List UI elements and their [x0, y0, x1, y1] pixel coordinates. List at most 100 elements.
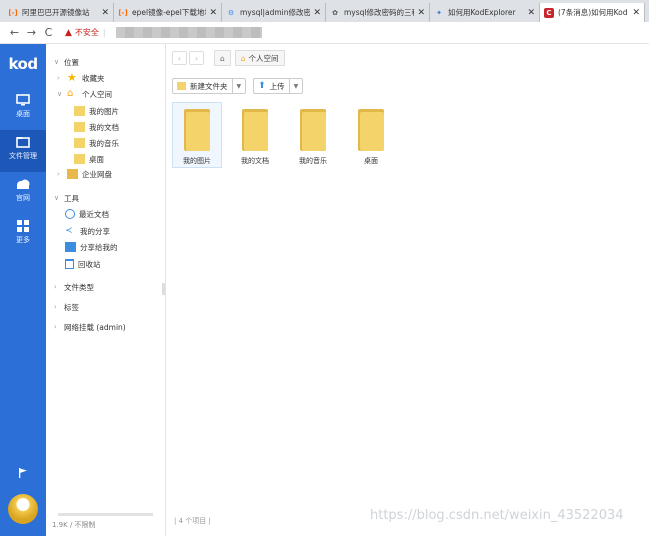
item-count: 4 个项目 — [178, 517, 207, 525]
button-label: 上传 — [269, 81, 285, 91]
file-name: 我的图片 — [183, 157, 211, 165]
tree-item-enterprise[interactable]: › 企业网盘 — [57, 167, 112, 181]
tab-title: mysql|admin修改密码 — [240, 8, 311, 17]
enterprise-folder-icon — [67, 169, 78, 179]
browser-tab[interactable]: ⚙ mysql|admin修改密码 ✕ — [222, 3, 326, 22]
tree-item-documents[interactable]: 我的文档 — [74, 120, 119, 134]
flag-icon[interactable] — [18, 468, 28, 478]
tab-favicon: ✿ — [332, 8, 338, 17]
tab-favicon: [-] — [8, 8, 18, 17]
breadcrumb-label: 个人空间 — [248, 53, 279, 63]
tab-favicon: C — [544, 7, 554, 18]
browser-tab-strip: [-] 阿里巴巴开源镜像站 ✕ [-] epel镜像-epel下载地址 ✕ ⚙ … — [0, 0, 649, 22]
close-icon[interactable]: ✕ — [101, 8, 109, 18]
folder-icon — [184, 109, 210, 151]
avatar[interactable] — [8, 494, 38, 524]
tree-section-location[interactable]: ∨ 位置 — [54, 55, 79, 69]
rail-label: 官网 — [16, 194, 30, 202]
app-sidebar-rail: kod 桌面 文件管理 官网 更多 — [0, 44, 46, 536]
tree-item-my-shares[interactable]: ≺ 我的分享 — [65, 224, 110, 238]
folder-icon — [16, 137, 30, 148]
security-label: 不安全 — [74, 28, 99, 37]
upload-button[interactable]: ⬆ 上传 ▼ — [253, 78, 304, 94]
tree-label: 最近文档 — [79, 209, 109, 219]
folder-icon — [74, 138, 85, 148]
folder-icon — [74, 122, 85, 132]
rail-label: 文件管理 — [9, 152, 37, 160]
chevron-right-icon: › — [54, 283, 57, 291]
back-icon[interactable]: ‹ — [172, 51, 187, 65]
file-item-music[interactable]: 我的音乐 — [288, 102, 338, 168]
tab-favicon: ⚙ — [227, 8, 235, 17]
tree-section-network-mount[interactable]: › 网络挂载 (admin) — [54, 320, 126, 334]
home-icon[interactable]: ⌂ — [214, 50, 231, 66]
tree-item-favorites[interactable]: › ★ 收藏夹 — [57, 71, 105, 85]
forward-icon[interactable]: › — [189, 51, 204, 65]
tree-item-shared-with-me[interactable]: 分享给我的 — [65, 240, 118, 254]
tree-label: 个人空间 — [82, 89, 112, 99]
grid-icon — [17, 220, 29, 232]
close-icon[interactable]: ✕ — [209, 8, 217, 18]
file-browser-main: ‹ › ⌂ ⌂ 个人空间 新建文件夹 ▼ ⬆ 上传 ▼ 我的图片 我的文档 我的音乐 桌… — [166, 44, 649, 536]
tree-section-file-types[interactable]: › 文件类型 — [54, 280, 94, 294]
browser-tab[interactable]: ✿ mysql修改密码的三种 ✕ — [326, 3, 430, 22]
close-icon[interactable]: ✕ — [313, 8, 321, 18]
star-icon: ★ — [67, 71, 77, 84]
rail-item-website[interactable]: 官网 — [0, 172, 46, 214]
share-icon: ≺ — [65, 226, 73, 236]
watermark: https://blog.csdn.net/weixin_43522034 — [370, 508, 624, 523]
folder-icon — [242, 109, 268, 151]
file-item-desktop[interactable]: 桌面 — [346, 102, 396, 168]
tree-item-personal-space[interactable]: ∨ ⌂ 个人空间 — [57, 87, 112, 101]
tree-section-tags[interactable]: › 标签 — [54, 300, 79, 314]
app-logo: kod — [8, 55, 38, 73]
back-icon[interactable]: ← — [6, 26, 23, 39]
file-item-pictures[interactable]: 我的图片 — [172, 102, 222, 168]
tab-title: (7条消息)如何用Kod — [558, 8, 628, 17]
breadcrumb[interactable]: ⌂ 个人空间 — [234, 50, 285, 66]
tree-item-pictures[interactable]: 我的图片 — [74, 104, 119, 118]
new-folder-button[interactable]: 新建文件夹 ▼ — [172, 78, 247, 94]
chevron-right-icon: › — [54, 303, 57, 311]
quota-label: 1.9K / 不限制 — [52, 521, 96, 529]
tree-section-tools[interactable]: ∨ 工具 — [54, 191, 79, 205]
tree-item-desktop[interactable]: 桌面 — [74, 152, 104, 166]
clock-icon — [65, 209, 75, 219]
tab-favicon: [-] — [118, 8, 128, 17]
browser-tab[interactable]: [-] 阿里巴巴开源镜像站 ✕ — [4, 3, 114, 22]
chevron-down-icon: ∨ — [54, 194, 60, 202]
chevron-right-icon: › — [57, 170, 60, 178]
chevron-down-icon[interactable]: ▼ — [231, 79, 246, 93]
warning-icon: ▲ — [65, 27, 72, 38]
reload-icon[interactable]: C — [40, 26, 57, 39]
file-item-documents[interactable]: 我的文档 — [230, 102, 280, 168]
forward-icon[interactable]: → — [23, 26, 40, 39]
browser-tab[interactable]: ✦ 如何用KodExplorer ✕ — [430, 3, 540, 22]
tree-label: 企业网盘 — [82, 169, 112, 179]
browser-tab[interactable]: [-] epel镜像-epel下载地址 ✕ — [114, 3, 222, 22]
tree-item-recycle-bin[interactable]: 回收站 — [65, 257, 101, 271]
home-icon: ⌂ — [67, 88, 74, 99]
panel-resize-handle[interactable] — [162, 283, 165, 295]
tab-favicon: ✦ — [436, 8, 442, 17]
tree-item-music[interactable]: 我的音乐 — [74, 136, 119, 150]
security-indicator[interactable]: ▲ 不安全 — [65, 27, 99, 38]
rail-label: 更多 — [16, 236, 30, 244]
tree-item-recent[interactable]: 最近文档 — [65, 207, 109, 221]
rail-item-desktop[interactable]: 桌面 — [0, 88, 46, 130]
chevron-down-icon: ∨ — [57, 90, 63, 98]
tab-title: 阿里巴巴开源镜像站 — [22, 8, 90, 17]
close-icon[interactable]: ✕ — [417, 8, 425, 18]
rail-item-more[interactable]: 更多 — [0, 214, 46, 256]
chevron-down-icon[interactable]: ▼ — [288, 79, 303, 93]
tree-label: 分享给我的 — [80, 242, 118, 252]
url-field-redacted[interactable] — [115, 27, 262, 38]
close-icon[interactable]: ✕ — [527, 8, 535, 18]
browser-tab-active[interactable]: C (7条消息)如何用Kod ✕ — [540, 3, 645, 22]
chevron-right-icon: › — [57, 74, 60, 82]
tree-label: 标签 — [64, 302, 79, 312]
button-label: 新建文件夹 — [190, 81, 228, 91]
rail-item-file-manager[interactable]: 文件管理 — [0, 130, 46, 172]
close-icon[interactable]: ✕ — [632, 8, 640, 18]
tab-title: epel镜像-epel下载地址 — [132, 8, 207, 17]
